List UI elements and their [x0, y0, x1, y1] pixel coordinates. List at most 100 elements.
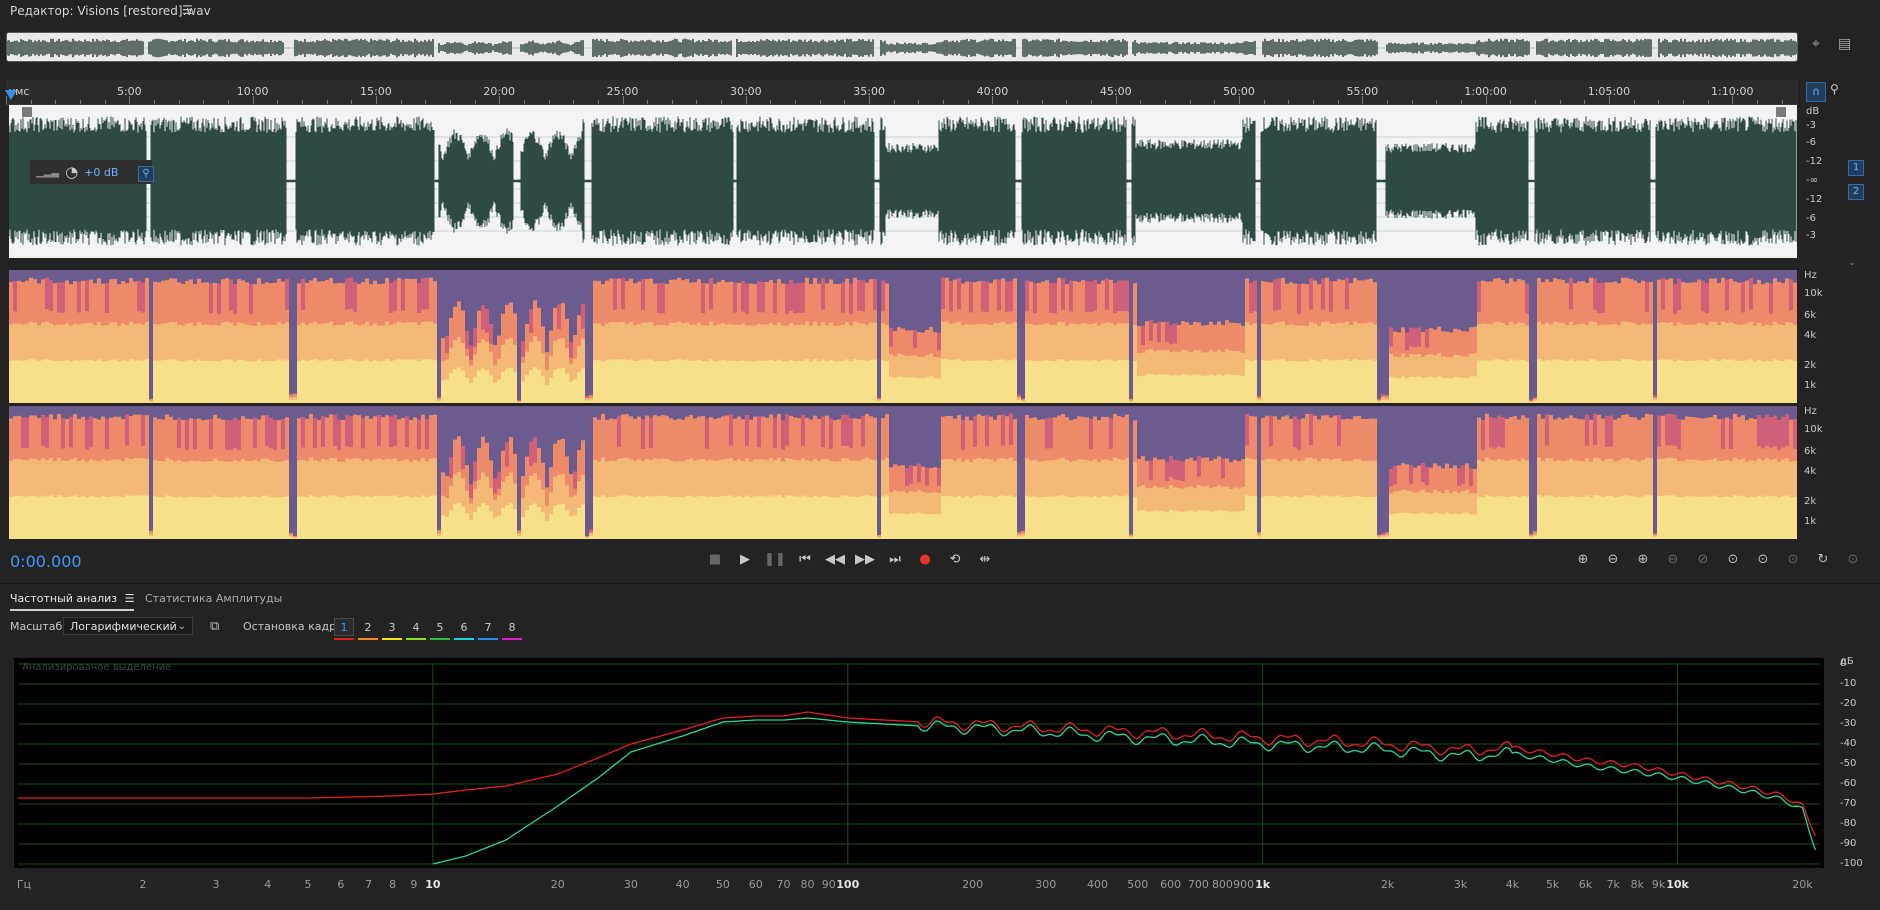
chevron-down-icon[interactable]: ⌄ [1848, 258, 1856, 268]
x-tick-label: 20k [1792, 878, 1813, 891]
tab-frequency-analysis[interactable]: Частотный анализ ☰ [10, 592, 135, 611]
ruler-tick [1485, 96, 1487, 104]
zoom-out-full-icon[interactable]: ⊘ [1688, 550, 1718, 568]
hamburger-icon[interactable]: ☰ [182, 3, 193, 17]
zoom-reset-icon[interactable]: ↻ [1808, 550, 1838, 568]
volume-knob-icon[interactable]: ◔ [65, 163, 78, 181]
db-label: -6 [1806, 137, 1816, 148]
x-tick-label: 200 [962, 878, 984, 891]
playhead-marker[interactable] [5, 90, 17, 100]
freeze-frame-5[interactable]: 5 [429, 618, 451, 640]
time-ruler[interactable]: чмс 5:00 10:00 15:00 20:00 25:00 30:00 35:00 40… [6, 80, 1798, 105]
zoom-out-amplitude-icon[interactable]: ⊖ [1598, 550, 1628, 568]
hz-label: 6k [1804, 310, 1817, 321]
freeze-frame-3[interactable]: 3 [381, 618, 403, 640]
ruler-tick [573, 100, 575, 104]
skip-selection-icon[interactable]: ⇹ [970, 550, 1000, 568]
zoom-in-point-icon[interactable]: ⊙ [1718, 550, 1748, 568]
scale-select[interactable]: Логарифмический ⌄ [63, 617, 193, 635]
db-label: -6 [1806, 213, 1816, 224]
hz-label: 1k [1804, 380, 1817, 391]
editor-title: Редактор: Visions [restored].wav [10, 4, 211, 18]
ruler-tick [129, 96, 131, 104]
fade-out-handle[interactable] [1776, 107, 1786, 117]
go-to-start-icon[interactable]: ⏮ [790, 550, 820, 568]
channel-1-toggle[interactable]: 1 [1848, 160, 1864, 176]
freeze-frame-7[interactable]: 7 [477, 618, 499, 640]
freeze-frame-8[interactable]: 8 [501, 618, 523, 640]
x-tick-label: 5 [304, 878, 312, 891]
freeze-frame-color [454, 638, 474, 640]
tab-amplitude-statistics[interactable]: Статистика Амплитуды [145, 592, 282, 605]
ruler-tick [918, 100, 920, 104]
spectral-channel-1[interactable] [9, 270, 1797, 403]
channel-2-toggle[interactable]: 2 [1848, 184, 1864, 200]
x-tick-label: 70 [776, 878, 791, 891]
x-tick-label: 90 [821, 878, 836, 891]
time-display[interactable]: 0:00.000 [10, 552, 82, 571]
zoom-to-playhead-icon[interactable]: ⊙ [1838, 550, 1868, 568]
ruler-tick [943, 100, 945, 104]
x-tick-label: 400 [1087, 878, 1109, 891]
ruler-tick [1658, 100, 1660, 104]
marker-pin-icon[interactable]: ⚲ [1830, 82, 1839, 96]
hud-volume[interactable]: ▁▂▃ ◔ +0 dB [30, 160, 152, 184]
ruler-tick [1756, 100, 1758, 104]
freeze-frame-number: 5 [436, 621, 444, 634]
freeze-frame-number: 3 [388, 621, 396, 634]
freeze-frame-label: Остановка кадра: [243, 620, 347, 633]
stop-icon[interactable]: ■ [700, 550, 730, 568]
freeze-frame-4[interactable]: 4 [405, 618, 427, 640]
x-tick-label: 500 [1127, 878, 1149, 891]
pin-hud-icon[interactable]: ⚲ [138, 166, 154, 182]
ruler-tick [1436, 100, 1438, 104]
zoom-fit-icon[interactable]: ⌖ [1812, 36, 1820, 52]
freeze-frame-color [502, 638, 522, 640]
x-tick-label: 2k [1380, 878, 1395, 891]
x-tick-label: 7 [365, 878, 373, 891]
play-icon[interactable]: ▶ [730, 550, 760, 568]
overview-waveform[interactable] [6, 32, 1798, 62]
freeze-frame-2[interactable]: 2 [357, 618, 379, 640]
freeze-frame-1[interactable]: 1 [333, 618, 355, 640]
go-to-end-icon[interactable]: ⏭ [880, 550, 910, 568]
zoom-in-time-icon[interactable]: ⊕ [1628, 550, 1658, 568]
zoom-in-amplitude-icon[interactable]: ⊕ [1568, 550, 1598, 568]
rewind-icon[interactable]: ◀◀ [820, 550, 850, 568]
loop-playback-icon[interactable]: ⟲ [940, 550, 970, 568]
zoom-selection-icon[interactable]: ⊙ [1748, 550, 1778, 568]
ruler-tick [227, 100, 229, 104]
hud-volume-value: +0 dB [84, 165, 119, 179]
level-meter-icon: ▁▂▃ [36, 166, 60, 178]
panel-list-icon[interactable]: ▤ [1838, 36, 1851, 52]
pause-icon[interactable]: ❚❚ [760, 550, 790, 568]
ruler-tick [770, 100, 772, 104]
frequency-graph[interactable] [14, 658, 1824, 868]
zoom-out-time-icon[interactable]: ⊖ [1658, 550, 1688, 568]
freeze-frame-6[interactable]: 6 [453, 618, 475, 640]
x-tick-label: 5k [1545, 878, 1560, 891]
ruler-tick [1411, 100, 1413, 104]
record-icon[interactable]: ● [910, 550, 940, 568]
waveform-display[interactable] [9, 105, 1797, 258]
ruler-tick [252, 96, 254, 104]
zoom-selection-out-icon[interactable]: ⊙ [1778, 550, 1808, 568]
ruler-tick [1313, 100, 1314, 104]
fade-in-handle[interactable] [22, 107, 32, 117]
freeze-frame-number: 1 [334, 618, 354, 636]
x-tick-label: 2 [139, 878, 147, 891]
tab-menu-icon[interactable]: ☰ [125, 592, 135, 605]
x-tick-label: 10 [425, 878, 441, 891]
spectral-channel-2[interactable] [9, 406, 1797, 539]
x-tick-label: Гц [16, 878, 32, 891]
fast-forward-icon[interactable]: ▶▶ [850, 550, 880, 568]
ruler-tick [1066, 100, 1068, 104]
headphones-icon[interactable]: ∩ [1806, 82, 1826, 102]
ruler-tick [1288, 100, 1290, 104]
x-tick-label: 700 [1187, 878, 1209, 891]
ruler-tick [449, 100, 451, 104]
frequency-graph-plot [18, 663, 1820, 865]
freeze-frame-color [478, 638, 498, 640]
hz-unit: Hz [1804, 406, 1817, 417]
new-window-icon[interactable]: ⧉ [210, 619, 219, 634]
